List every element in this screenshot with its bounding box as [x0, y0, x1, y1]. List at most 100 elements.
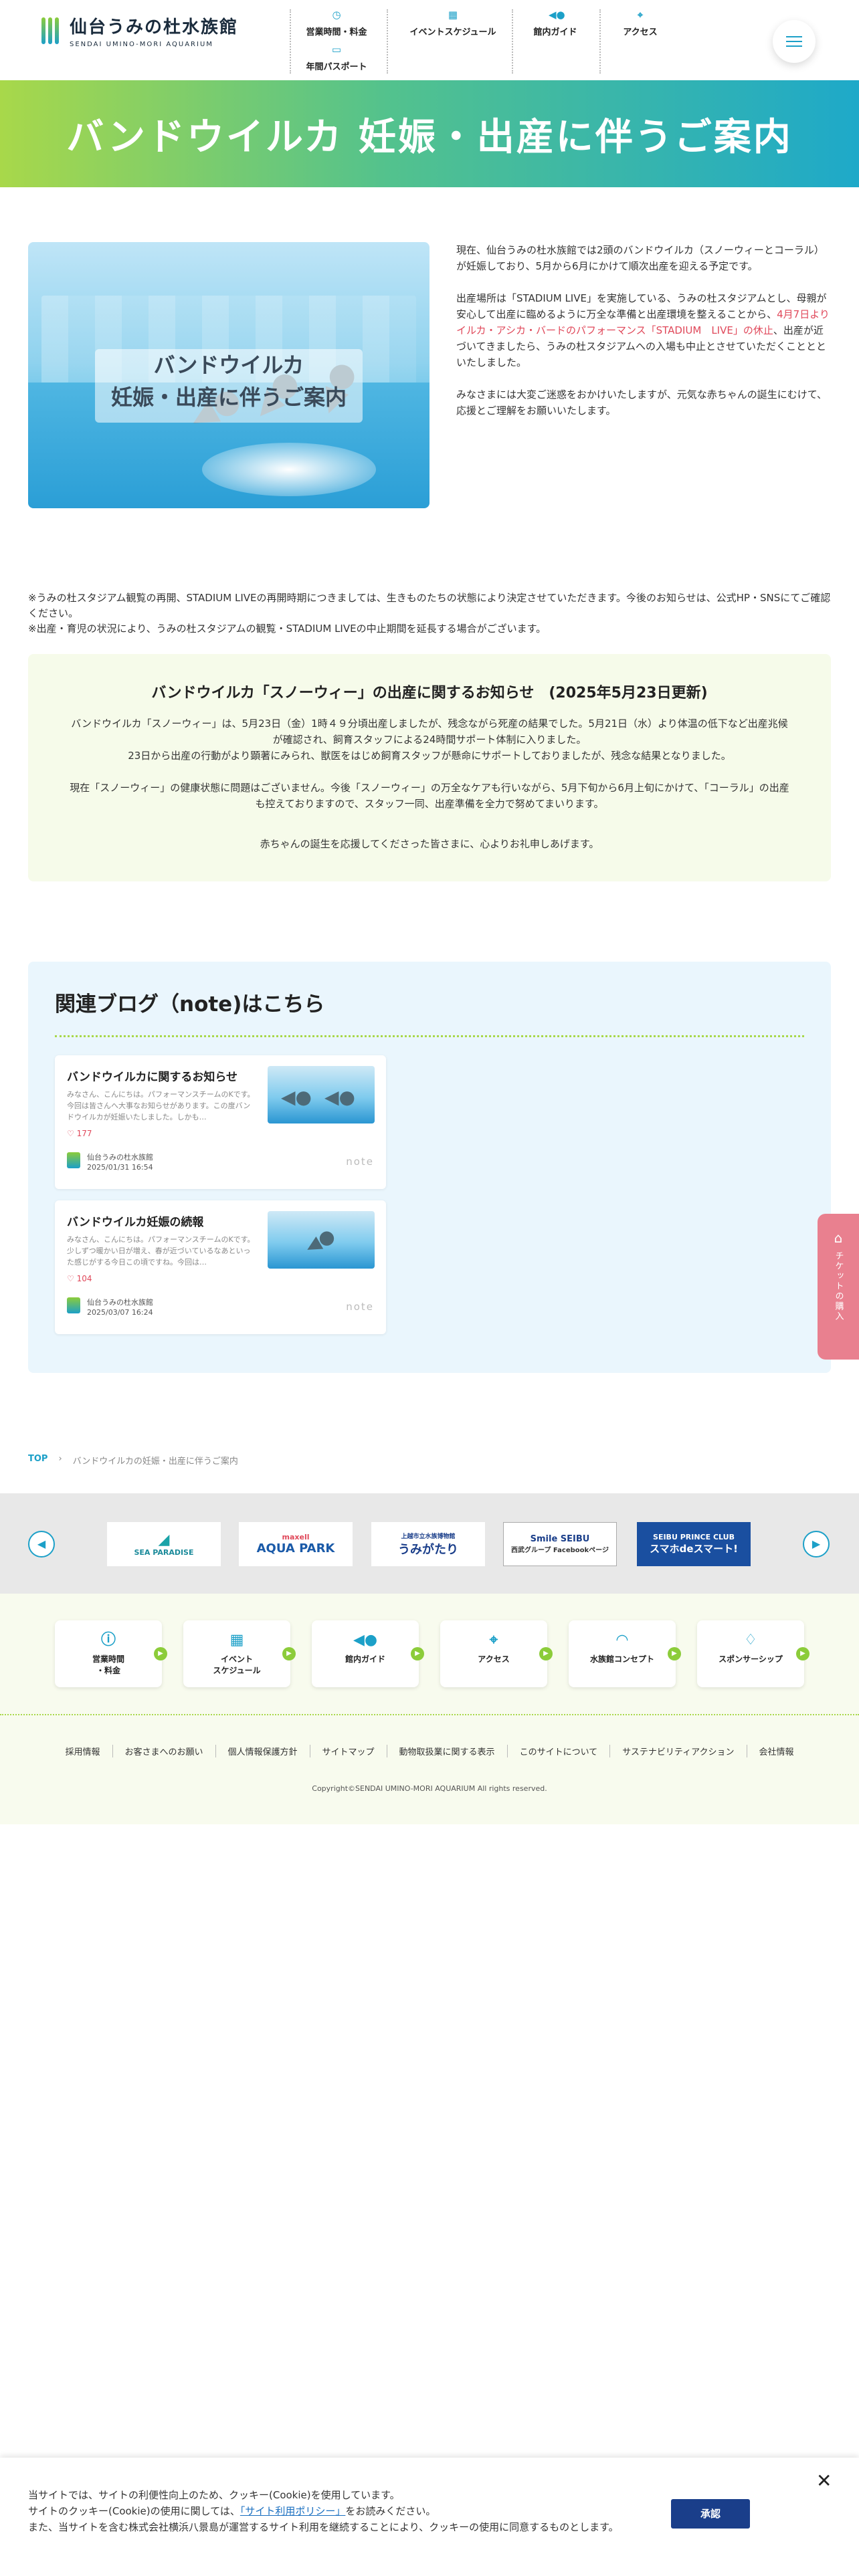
blog-card-excerpt: みなさん、こんにちは。パフォーマンスチームのKです。少しずつ暖かい日が増え、春が…	[67, 1235, 255, 1267]
footer-link[interactable]: サステナビリティアクション	[609, 1745, 746, 1757]
breadcrumb-current: バンドウイルカの妊娠・出産に伴うご案内	[72, 1457, 238, 1467]
dolphin-icon: ◀●	[324, 1086, 355, 1108]
banner-aqua-park[interactable]: maxell AQUA PARK	[239, 1522, 353, 1566]
handshake-icon: ♢	[744, 1632, 757, 1648]
notes: ※うみの杜スタジアム観覧の再開、STADIUM LIVEの再開時期につきましては…	[28, 591, 831, 637]
news-paragraph: 赤ちゃんの誕生を応援してくださった皆さまに、心よりお礼申しあげます。	[260, 838, 599, 850]
nav-divider	[290, 9, 291, 74]
breadcrumb: TOP › バンドウイルカの妊娠・出産に伴うご案内	[28, 1454, 238, 1467]
blog-card-author: 仙台うみの杜水族館 2025/01/31 16:54	[67, 1152, 153, 1172]
intro-text: 現在、仙台うみの杜水族館では2頭のバンドウイルカ（スノーウィーとコーラル）が妊娠…	[456, 242, 831, 435]
logo-mark-icon	[41, 17, 60, 44]
nav-hours-fees[interactable]: ◷ 営業時間・料金	[293, 8, 380, 37]
footer-nav-event-schedule[interactable]: ▦ イベント スケジュール ▶	[183, 1620, 296, 1687]
arrow-right-icon: ▶	[282, 1647, 296, 1660]
news-title: バンドウイルカ「スノーウィー」の出産に関するお知らせ (2025年5月23日更新…	[151, 685, 708, 702]
banner-umigatari[interactable]: 上越市立水族博物館 うみがたり	[371, 1522, 485, 1566]
fish-icon: ◀●	[549, 9, 565, 21]
blog-card-title: バンドウイルカ妊娠の続報	[67, 1216, 204, 1229]
chevron-right-icon: ›	[58, 1454, 62, 1464]
news-paragraph: 現在「スノーウィー」の健康状態に問題はございません。今後「スノーウィー」の万全な…	[70, 782, 789, 810]
chevron-right-icon: ▶	[812, 1537, 821, 1550]
blog-card[interactable]: バンドウイルカに関するお知らせ みなさん、こんにちは。パフォーマンスチームのKで…	[55, 1055, 386, 1189]
ticket-purchase-tab[interactable]: ⌂ チケットの購入	[818, 1214, 859, 1360]
cookie-text: 当サイトでは、サイトの利便性向上のため、クッキー(Cookie)を使用しています…	[28, 2489, 619, 2533]
page-title: バンドウイルカ 妊娠・出産に伴うご案内	[66, 115, 793, 159]
footer-link[interactable]: 会社情報	[746, 1745, 806, 1757]
heart-icon: ♡	[67, 1274, 77, 1283]
site-logo[interactable]: 仙台うみの杜水族館 SENDAI UMINO-MORI AQUARIUM	[41, 13, 238, 48]
site-footer: ⓘ 営業時間 ・料金 ▶ ▦ イベント スケジュール ▶ ◀● 館内ガイド ▶ …	[0, 1594, 859, 1824]
chevron-left-icon: ◀	[37, 1537, 46, 1550]
map-pin-icon: ⌖	[637, 9, 644, 21]
card-icon: ▭	[331, 43, 342, 56]
divider	[55, 1035, 804, 1037]
page-hero: バンドウイルカ 妊娠・出産に伴うご案内	[0, 80, 859, 187]
carousel-prev-button[interactable]: ◀	[28, 1531, 55, 1558]
avatar	[67, 1152, 80, 1168]
footer-link[interactable]: サイトマップ	[309, 1745, 387, 1757]
news-paragraph: バンドウイルカ「スノーウィー」は、5月23日（金）1時４９分頃出産しましたが、残…	[71, 718, 788, 746]
close-icon[interactable]: ✕	[816, 2470, 832, 2492]
blog-heading: 関連ブログ（note)はこちら	[55, 992, 325, 1016]
like-count[interactable]: ♡ 104	[67, 1274, 92, 1283]
footer-nav-access[interactable]: ⌖ アクセス ▶	[440, 1620, 553, 1687]
arrow-right-icon: ▶	[668, 1647, 681, 1660]
nav-annual-pass[interactable]: ▭ 年間パスポート	[293, 43, 380, 72]
house-icon: ⌂	[834, 1230, 843, 1246]
footer-nav-hours-fees[interactable]: ⓘ 営業時間 ・料金 ▶	[55, 1620, 167, 1687]
footer-nav-sponsorship[interactable]: ♢ スポンサーシップ ▶	[697, 1620, 809, 1687]
footer-link[interactable]: このサイトについて	[506, 1745, 610, 1757]
hamburger-menu-button[interactable]	[773, 20, 816, 63]
map-pin-icon: ⌖	[489, 1632, 498, 1648]
cookie-accept-button[interactable]: 承認	[671, 2499, 750, 2529]
dolphin-icon: ◠	[616, 1632, 628, 1648]
footer-nav-guide[interactable]: ◀● 館内ガイド ▶	[312, 1620, 424, 1687]
nav-guide[interactable]: ◀● 館内ガイド	[515, 8, 595, 37]
footer-link[interactable]: 採用情報	[53, 1745, 112, 1757]
site-header: 仙台うみの杜水族館 SENDAI UMINO-MORI AQUARIUM ◷ 営…	[0, 0, 859, 80]
dolphin-hero-image: ◀● ◀● ◀● バンドウイルカ 妊娠・出産に伴うご案内	[28, 242, 430, 508]
copyright: Copyright©SENDAI UMINO-MORI AQUARIUM All…	[312, 1784, 547, 1793]
divider	[0, 1714, 859, 1715]
footer-link[interactable]: 個人情報保護方針	[215, 1745, 310, 1757]
calendar-icon: ▦	[229, 1632, 244, 1648]
calendar-icon: ▦	[448, 9, 458, 21]
note-logo: note	[346, 1156, 374, 1168]
intro-paragraph: 出産場所は「STADIUM LIVE」を実施している、うみの杜スタジアムとし、母…	[456, 292, 830, 368]
nav-event-schedule[interactable]: ▦ イベントスケジュール	[403, 8, 503, 37]
blog-card[interactable]: バンドウイルカ妊娠の続報 みなさん、こんにちは。パフォーマンスチームのKです。少…	[55, 1200, 386, 1334]
note-line: ※うみの杜スタジアム観覧の再開、STADIUM LIVEの再開時期につきましては…	[28, 592, 831, 619]
partner-banner-carousel: ◀ ◢ SEA PARADISE maxell AQUA PARK 上越市立水族…	[0, 1493, 859, 1594]
nav-divider	[599, 9, 601, 74]
banner-sea-paradise[interactable]: ◢ SEA PARADISE	[107, 1522, 221, 1566]
image-caption: バンドウイルカ 妊娠・出産に伴うご案内	[110, 352, 347, 410]
footer-nav-concept[interactable]: ◠ 水族館コンセプト ▶	[569, 1620, 681, 1687]
dolphin-icon: ◀●	[281, 1086, 312, 1108]
news-paragraph: 23日から出産の行動がより顕著にみられ、獣医をはじめ飼育スタッフが懸命にサポート…	[128, 750, 731, 762]
banner-seibu-prince-club[interactable]: SEIBU PRINCE CLUB スマホdeスマート!	[637, 1522, 751, 1566]
blog-card-author: 仙台うみの杜水族館 2025/03/07 16:24	[67, 1297, 153, 1317]
footer-link[interactable]: お客さまへのお願い	[112, 1745, 215, 1757]
site-policy-link[interactable]: 「サイト利用ポリシー」	[240, 2505, 346, 2517]
like-count[interactable]: ♡ 177	[67, 1129, 92, 1138]
blog-card-thumbnail: ◀● ◀●	[268, 1066, 375, 1123]
logo-subtitle: SENDAI UMINO-MORI AQUARIUM	[70, 41, 213, 48]
shark-fin-icon: ◢	[158, 1531, 170, 1548]
heart-icon: ♡	[67, 1129, 77, 1138]
arrow-right-icon: ▶	[796, 1647, 809, 1660]
footer-link[interactable]: 動物取扱業に関する表示	[386, 1745, 507, 1757]
intro-paragraph: 現在、仙台うみの杜水族館では2頭のバンドウイルカ（スノーウィーとコーラル）が妊娠…	[456, 244, 824, 272]
banner-seibu-facebook[interactable]: Smile SEIBU 西武グループ Facebookページ	[503, 1522, 617, 1566]
blog-card-title: バンドウイルカに関するお知らせ	[67, 1071, 237, 1084]
carousel-next-button[interactable]: ▶	[803, 1531, 830, 1558]
cookie-banner: 当サイトでは、サイトの利便性向上のため、クッキー(Cookie)を使用しています…	[0, 2458, 859, 2576]
intro-paragraph: みなさまには大変ご迷惑をおかけいたしますが、元気な赤ちゃんの誕生にむけて、応援と…	[456, 389, 827, 417]
nav-divider	[387, 9, 388, 74]
nav-divider	[512, 9, 513, 74]
logo-title: 仙台うみの杜水族館	[70, 17, 239, 37]
arrow-right-icon: ▶	[411, 1647, 424, 1660]
breadcrumb-top-link[interactable]: TOP	[28, 1454, 47, 1467]
nav-access[interactable]: ⌖ アクセス	[603, 8, 677, 37]
blog-card-thumbnail: ◀●	[268, 1211, 375, 1269]
